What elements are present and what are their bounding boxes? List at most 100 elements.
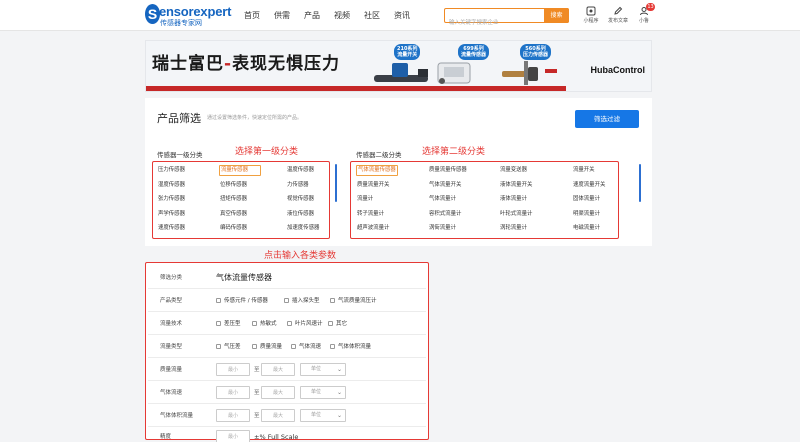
- main-nav: 首页 供需 产品 视频 社区 资讯: [237, 0, 417, 31]
- level2-item[interactable]: 流量开关: [572, 165, 642, 180]
- unit-select[interactable]: 单位 ⌄: [300, 363, 346, 376]
- unit-select[interactable]: 单位 ⌄: [300, 409, 346, 422]
- level1-item[interactable]: 压力传感器: [157, 165, 219, 180]
- option-label: 气压差: [224, 344, 241, 350]
- option-checkbox[interactable]: 差压型: [216, 313, 241, 335]
- param-label: 流量技术: [160, 321, 183, 327]
- search-input[interactable]: [445, 16, 541, 30]
- level1-item-selected[interactable]: 流量传感器: [219, 165, 261, 176]
- level1-item[interactable]: 编码传感器: [219, 223, 286, 238]
- checkbox[interactable]: [216, 320, 221, 326]
- level2-item[interactable]: 叶轮式流量计: [499, 209, 572, 224]
- nav-video[interactable]: 视频: [327, 0, 357, 31]
- level2-item[interactable]: 明渠流量计: [572, 209, 642, 224]
- level2-item[interactable]: 流量计: [356, 194, 428, 209]
- level1-item[interactable]: 视觉传感器: [286, 194, 346, 209]
- nav-community[interactable]: 社区: [357, 0, 387, 31]
- site-logo[interactable]: S ensorexpert 传感器专家网: [145, 4, 235, 28]
- min-input[interactable]: [216, 409, 250, 422]
- ad-banner[interactable]: 瑞士富巴-表现无惧压力 210系列 流量开关 699系列 流量传感器 560系列…: [145, 40, 652, 92]
- level1-item[interactable]: 温度传感器: [286, 165, 346, 180]
- level2-item[interactable]: 流量变送器: [499, 165, 572, 180]
- panel-title: 产品筛选: [157, 112, 201, 125]
- level2-item[interactable]: 速度流量开关: [572, 180, 642, 195]
- level2-item[interactable]: 涡轮流量计: [499, 223, 572, 238]
- level2-item[interactable]: 质量流量开关: [356, 180, 428, 195]
- max-input[interactable]: [261, 386, 295, 399]
- checkbox[interactable]: [287, 320, 292, 326]
- level2-item[interactable]: 固体流量计: [572, 194, 642, 209]
- nav-products[interactable]: 产品: [297, 0, 327, 31]
- option-label: 差压型: [224, 321, 241, 327]
- level1-item[interactable]: 速度传感器: [157, 223, 219, 238]
- level2-item[interactable]: 超声波流量计: [356, 223, 428, 238]
- nav-news[interactable]: 资讯: [387, 0, 417, 31]
- option-checkbox[interactable]: 气压差: [216, 336, 241, 358]
- unit-select[interactable]: 单位 ⌄: [300, 386, 346, 399]
- banner-title-b: 表现无惧压力: [232, 54, 341, 74]
- option-checkbox[interactable]: 热敏式: [252, 313, 277, 335]
- search-button[interactable]: 搜索: [544, 8, 569, 23]
- option-checkbox[interactable]: 气体流速: [291, 336, 321, 358]
- option-checkbox[interactable]: 气流质量流压计: [330, 290, 377, 312]
- level1-item[interactable]: 张力传感器: [157, 194, 219, 209]
- option-checkbox[interactable]: 质量流量: [252, 336, 282, 358]
- range-separator: 至: [254, 390, 260, 396]
- max-input[interactable]: [261, 409, 295, 422]
- accuracy-input[interactable]: [216, 430, 250, 442]
- level2-scrollbar[interactable]: [639, 164, 641, 202]
- chevron-down-icon: ⌄: [336, 389, 342, 396]
- notification-badge: 13: [646, 3, 655, 11]
- params-panel: 筛选分类 气体流量传感器 产品类型 传感元件 / 传感器 插入探头型 气流质量流…: [145, 262, 429, 442]
- level2-item[interactable]: 气体流量计: [428, 194, 499, 209]
- option-checkbox[interactable]: 插入探头型: [284, 290, 320, 312]
- checkbox[interactable]: [252, 320, 257, 326]
- level1-title: 传感器一级分类: [157, 151, 203, 159]
- level2-item[interactable]: 电磁流量计: [572, 223, 642, 238]
- min-input[interactable]: [216, 386, 250, 399]
- option-checkbox[interactable]: 其它: [328, 313, 347, 335]
- level2-item[interactable]: 转子流量计: [356, 209, 428, 224]
- nav-supply[interactable]: 供需: [267, 0, 297, 31]
- option-checkbox[interactable]: 传感元件 / 传感器: [216, 290, 268, 312]
- max-input[interactable]: [261, 363, 295, 376]
- level1-item[interactable]: 扭矩传感器: [219, 194, 286, 209]
- level1-item[interactable]: 湿度传感器: [157, 180, 219, 195]
- level1-item[interactable]: 加速度传感器: [286, 223, 346, 238]
- param-row-mass-flow: 质量流量 至 单位 ⌄: [148, 359, 426, 381]
- checkbox[interactable]: [216, 297, 221, 303]
- filter-button[interactable]: 筛选过滤: [575, 110, 639, 128]
- level1-grid: 压力传感器 流量传感器 温度传感器 湿度传感器 位移传感器 力传感器 张力传感器…: [157, 165, 346, 238]
- checkbox[interactable]: [284, 297, 289, 303]
- checkbox[interactable]: [328, 320, 333, 326]
- level2-item[interactable]: 液体流量计: [499, 194, 572, 209]
- level1-item[interactable]: 真空传感器: [219, 209, 286, 224]
- level1-item[interactable]: 力传感器: [286, 180, 346, 195]
- level2-item[interactable]: 气体流量开关: [428, 180, 499, 195]
- level1-scrollbar[interactable]: [335, 164, 337, 202]
- option-label: 其它: [336, 321, 348, 327]
- checkbox[interactable]: [330, 343, 335, 349]
- checkbox[interactable]: [252, 343, 257, 349]
- option-checkbox[interactable]: 叶片风速计: [287, 313, 323, 335]
- option-checkbox[interactable]: 气体体积流量: [330, 336, 371, 358]
- level2-item[interactable]: 容积式流量计: [428, 209, 499, 224]
- mini-program-tool[interactable]: 小程序: [576, 6, 606, 25]
- nav-home[interactable]: 首页: [237, 0, 267, 31]
- level2-item[interactable]: 涡街流量计: [428, 223, 499, 238]
- user-tool[interactable]: 13 小鲁: [629, 3, 659, 25]
- level2-item[interactable]: 液体流量开关: [499, 180, 572, 195]
- mini-program-label: 小程序: [583, 18, 599, 24]
- flow-sensor-image: [437, 62, 471, 84]
- level1-item[interactable]: 液位传感器: [286, 209, 346, 224]
- banner-title: 瑞士富巴-表现无惧压力: [152, 54, 340, 74]
- level2-item[interactable]: 质量流量传感器: [428, 165, 499, 180]
- param-label: 气体流速: [160, 390, 183, 396]
- checkbox[interactable]: [291, 343, 296, 349]
- level2-item-selected[interactable]: 气体流量传感器: [356, 165, 398, 176]
- checkbox[interactable]: [330, 297, 335, 303]
- min-input[interactable]: [216, 363, 250, 376]
- checkbox[interactable]: [216, 343, 221, 349]
- level1-item[interactable]: 位移传感器: [219, 180, 286, 195]
- level1-item[interactable]: 声学传感器: [157, 209, 219, 224]
